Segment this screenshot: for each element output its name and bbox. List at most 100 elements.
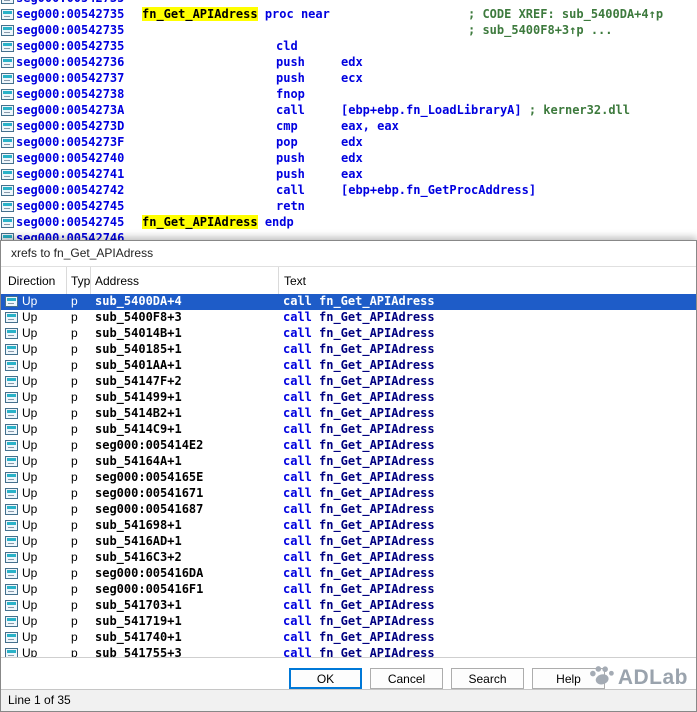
table-row[interactable]: Uppsub_541698+1callfn_Get_APIAdress <box>1 518 696 534</box>
code-line-icon <box>1 57 14 68</box>
table-row[interactable]: Uppsub_5400F8+3callfn_Get_APIAdress <box>1 310 696 326</box>
type-cell: p <box>71 470 78 484</box>
call-instruction: call <box>283 582 312 596</box>
table-row[interactable]: Uppsub_541755+3callfn_Get_APIAdress <box>1 646 696 657</box>
dialog-title[interactable]: xrefs to fn_Get_APIAdress <box>1 241 696 267</box>
target-function: fn_Get_APIAdress <box>319 390 435 404</box>
disasm-line[interactable]: seg000:00542737pushecx <box>0 71 697 87</box>
table-row[interactable]: Uppseg000:005416F1callfn_Get_APIAdress <box>1 582 696 598</box>
disasm-line[interactable]: seg000:00542741pusheax <box>0 167 697 183</box>
call-instruction: call <box>283 550 312 564</box>
search-button[interactable]: Search <box>451 668 524 689</box>
table-row[interactable]: Uppsub_5414C9+1callfn_Get_APIAdress <box>1 422 696 438</box>
address-label: seg000:00542736 <box>16 55 124 69</box>
table-row[interactable]: Uppsub_541719+1callfn_Get_APIAdress <box>1 614 696 630</box>
column-header-address[interactable]: Address <box>91 267 279 295</box>
address-cell: sub_54014B+1 <box>95 326 182 340</box>
direction-cell: Up <box>22 294 37 308</box>
operands: edx <box>341 135 363 149</box>
cancel-button[interactable]: Cancel <box>370 668 443 689</box>
table-row[interactable]: Uppsub_540185+1callfn_Get_APIAdress <box>1 342 696 358</box>
code-line-icon <box>1 153 14 164</box>
table-row[interactable]: Uppseg000:005416DAcallfn_Get_APIAdress <box>1 566 696 582</box>
address-label: seg000:00542738 <box>16 87 124 101</box>
table-row[interactable]: Uppsub_541499+1callfn_Get_APIAdress <box>1 390 696 406</box>
disasm-line[interactable]: seg000:00542746 <box>0 231 697 240</box>
function-name-highlighted[interactable]: fn_Get_APIAdress <box>142 215 258 229</box>
disasm-line[interactable]: seg000:00542742call[ebp+ebp.fn_GetProcAd… <box>0 183 697 199</box>
disasm-line[interactable]: seg000:0054273Dcmpeax, eax <box>0 119 697 135</box>
xref-list[interactable]: Uppsub_5400DA+4callfn_Get_APIAdressUppsu… <box>1 294 696 657</box>
code-line-icon <box>1 201 14 212</box>
column-header-direction[interactable]: Direction <box>1 267 67 295</box>
code-line-icon <box>1 105 14 116</box>
ok-button[interactable]: OK <box>289 668 362 689</box>
disasm-line[interactable]: seg000:00542735 <box>0 0 697 7</box>
status-bar: Line 1 of 35 <box>1 689 696 711</box>
table-row[interactable]: Uppsub_5414B2+1callfn_Get_APIAdress <box>1 406 696 422</box>
column-header-typ[interactable]: Typ <box>67 267 91 295</box>
adlab-label: ADLab <box>618 666 688 690</box>
table-row[interactable]: Uppseg000:00541687callfn_Get_APIAdress <box>1 502 696 518</box>
table-row[interactable]: Uppseg000:0054165Ecallfn_Get_APIAdress <box>1 470 696 486</box>
table-row[interactable]: Uppsub_541740+1callfn_Get_APIAdress <box>1 630 696 646</box>
address-label: seg000:00542735 <box>16 7 124 21</box>
type-cell: p <box>71 630 78 644</box>
xref-row-icon <box>5 568 18 579</box>
call-instruction: call <box>283 438 312 452</box>
disasm-line[interactable]: seg000:0054273Fpopedx <box>0 135 697 151</box>
mnemonic: push <box>276 167 305 181</box>
table-row[interactable]: Uppsub_541703+1callfn_Get_APIAdress <box>1 598 696 614</box>
disasm-line[interactable]: seg000:00542745 fn_Get_APIAdress endp <box>0 215 697 231</box>
target-function: fn_Get_APIAdress <box>319 582 435 596</box>
function-name-highlighted[interactable]: fn_Get_APIAdress <box>142 7 258 21</box>
xref-row-icon <box>5 648 18 657</box>
address-label: seg000:00542737 <box>16 71 124 85</box>
disasm-line[interactable]: seg000:00542740pushedx <box>0 151 697 167</box>
address-label: seg000:00542745 <box>16 215 124 229</box>
disasm-line[interactable]: seg000:00542745retn <box>0 199 697 215</box>
disasm-line[interactable]: seg000:00542736pushedx <box>0 55 697 71</box>
target-function: fn_Get_APIAdress <box>319 438 435 452</box>
table-row[interactable]: Uppseg000:005414E2callfn_Get_APIAdress <box>1 438 696 454</box>
table-row[interactable]: Uppsub_54147F+2callfn_Get_APIAdress <box>1 374 696 390</box>
type-cell: p <box>71 342 78 356</box>
xref-row-icon <box>5 408 18 419</box>
table-row[interactable]: Uppsub_5400DA+4callfn_Get_APIAdress <box>1 294 696 310</box>
mnemonic: retn <box>276 199 305 213</box>
disasm-line[interactable]: seg000:00542735; sub_5400F8+3↑p ... <box>0 23 697 39</box>
mnemonic: cmp <box>276 119 298 133</box>
table-row[interactable]: Uppsub_5416C3+2callfn_Get_APIAdress <box>1 550 696 566</box>
name-column: fn_Get_APIAdress endp <box>142 215 294 229</box>
disasm-line[interactable]: seg000:00542735cld <box>0 39 697 55</box>
disassembly-view[interactable]: seg000:00542735seg000:00542735fn_Get_API… <box>0 0 697 240</box>
call-instruction: call <box>283 646 312 657</box>
direction-cell: Up <box>22 374 37 388</box>
type-cell: p <box>71 566 78 580</box>
disasm-line[interactable]: seg000:00542738fnop <box>0 87 697 103</box>
address-label: seg000:0054273F <box>16 135 124 149</box>
type-cell: p <box>71 518 78 532</box>
disasm-line[interactable]: seg000:00542735fn_Get_APIAdress proc nea… <box>0 7 697 23</box>
code-line-icon <box>1 169 14 180</box>
table-row[interactable]: Uppsub_54014B+1callfn_Get_APIAdress <box>1 326 696 342</box>
target-function: fn_Get_APIAdress <box>319 454 435 468</box>
direction-cell: Up <box>22 582 37 596</box>
table-row[interactable]: Uppsub_5416AD+1callfn_Get_APIAdress <box>1 534 696 550</box>
mnemonic: call <box>276 183 305 197</box>
disasm-line[interactable]: seg000:0054273Acall[ebp+ebp.fn_LoadLibra… <box>0 103 697 119</box>
column-header-text[interactable]: Text <box>279 267 696 295</box>
type-cell: p <box>71 550 78 564</box>
xref-row-icon <box>5 440 18 451</box>
direction-cell: Up <box>22 438 37 452</box>
call-instruction: call <box>283 470 312 484</box>
xref-comment: ; CODE XREF: sub_5400DA+4↑p <box>468 7 663 21</box>
table-row[interactable]: Uppseg000:00541671callfn_Get_APIAdress <box>1 486 696 502</box>
call-instruction: call <box>283 630 312 644</box>
address-cell: seg000:00541671 <box>95 486 203 500</box>
table-row[interactable]: Uppsub_5401AA+1callfn_Get_APIAdress <box>1 358 696 374</box>
table-row[interactable]: Uppsub_54164A+1callfn_Get_APIAdress <box>1 454 696 470</box>
call-instruction: call <box>283 566 312 580</box>
call-instruction: call <box>283 342 312 356</box>
code-line-icon <box>1 185 14 196</box>
